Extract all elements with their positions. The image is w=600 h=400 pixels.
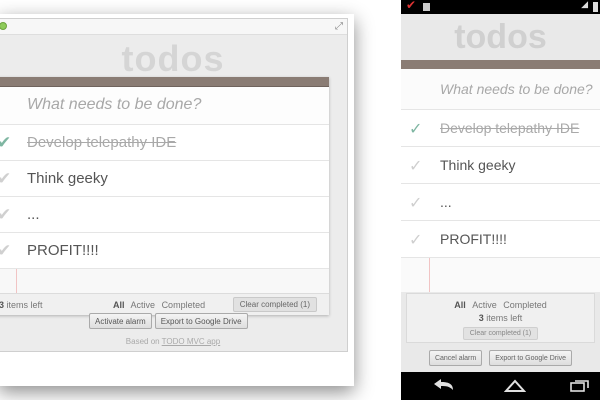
items-left: 3 items left	[0, 300, 43, 310]
items-left-label: items left	[486, 313, 523, 323]
todo-item[interactable]: ✓ PROFIT!!!!	[401, 221, 600, 258]
items-left-count: 3	[0, 300, 4, 310]
checkmark-icon[interactable]: ✓	[409, 119, 422, 138]
filter-all[interactable]: All	[113, 300, 125, 310]
export-drive-button[interactable]: Export to Google Drive	[489, 350, 573, 366]
filter-completed[interactable]: Completed	[162, 300, 206, 310]
todo-item[interactable]: ✓ ...	[401, 184, 600, 221]
android-nav-bar	[401, 372, 600, 400]
filter-active[interactable]: Active	[131, 300, 156, 310]
filters: All Active Completed	[113, 300, 209, 310]
phone-screen: ✔ ◢ todos ✓ Develop telepathy IDE ✓ Thin…	[401, 0, 600, 400]
todo-panel: ✓ Develop telepathy IDE ✓ Think geeky ✓ …	[401, 60, 600, 292]
clear-completed-button[interactable]: Clear completed (1)	[232, 297, 317, 312]
checkmark-icon[interactable]: ✔	[0, 241, 11, 261]
window-actions: Activate alarm Export to Google Drive	[89, 313, 248, 329]
new-todo-row	[401, 69, 600, 110]
filter-all[interactable]: All	[454, 300, 466, 310]
todo-item[interactable]: ✔ Develop telepathy IDE	[0, 125, 329, 161]
signal-icon: ◢	[581, 0, 588, 10]
panel-header-strip	[0, 77, 329, 87]
based-on-prefix: Based on	[125, 337, 160, 346]
recents-icon[interactable]	[569, 379, 591, 393]
todo-panel: ✔ Develop telepathy IDE ✔ Think geeky ✔ …	[0, 77, 329, 315]
based-on-note: Based on TODO MVC app	[0, 337, 347, 346]
back-icon[interactable]	[433, 379, 455, 393]
todo-item[interactable]: ✔ Think geeky	[0, 161, 329, 197]
checkmark-icon[interactable]: ✓	[409, 156, 422, 175]
notification-icon	[423, 3, 430, 11]
todo-text: ...	[440, 194, 452, 210]
checkmark-icon[interactable]: ✔	[0, 169, 11, 189]
todo-text: Think geeky	[440, 157, 516, 173]
desktop-window: ⤢ todos ✔ Develop telepathy IDE ✔ Think …	[0, 18, 348, 352]
todomvc-link[interactable]: TODO MVC app	[162, 337, 221, 346]
new-todo-row	[0, 87, 329, 125]
items-left-count: 3	[478, 313, 484, 323]
clear-completed-button[interactable]: Clear completed (1)	[462, 327, 539, 340]
todo-text: Develop telepathy IDE	[27, 134, 177, 151]
todo-item[interactable]: ✓ Think geeky	[401, 147, 600, 184]
checkmark-icon[interactable]: ✓	[409, 230, 422, 249]
todo-item[interactable]: ✔ ...	[0, 197, 329, 233]
todo-text: Think geeky	[27, 170, 108, 187]
screenshot-stage: ⤢ todos ✔ Develop telepathy IDE ✔ Think …	[0, 0, 600, 400]
app-title: todos	[121, 38, 225, 79]
checkmark-icon[interactable]: ✔	[0, 205, 11, 225]
filters: All Active Completed	[407, 300, 594, 310]
checkmark-icon[interactable]: ✔	[0, 133, 11, 153]
todo-item[interactable]: ✓ Develop telepathy IDE	[401, 110, 600, 147]
todo-text: Develop telepathy IDE	[440, 120, 580, 136]
phone-actions: Cancel alarm Export to Google Drive	[401, 350, 600, 366]
filter-completed[interactable]: Completed	[503, 300, 547, 310]
cancel-alarm-button[interactable]: Cancel alarm	[428, 350, 483, 366]
red-check-icon: ✔	[406, 0, 417, 12]
maximize-icon[interactable]: ⤢	[335, 21, 343, 32]
panel-header-strip	[401, 60, 600, 69]
export-drive-button[interactable]: Export to Google Drive	[154, 313, 248, 329]
items-left: 3 items left	[407, 313, 594, 323]
home-icon[interactable]	[504, 379, 526, 393]
todo-text: ...	[27, 206, 40, 223]
status-bar: ✔ ◢	[401, 0, 600, 14]
todo-footer: All Active Completed 3 items left Clear …	[406, 293, 595, 343]
activate-alarm-button[interactable]: Activate alarm	[89, 313, 152, 329]
todo-text: PROFIT!!!!	[440, 231, 507, 247]
filter-active[interactable]: Active	[472, 300, 497, 310]
todo-item[interactable]: ✔ PROFIT!!!!	[0, 233, 329, 269]
items-left-label: items left	[6, 300, 43, 310]
todo-text: PROFIT!!!!	[27, 242, 99, 259]
window-control-icon[interactable]	[0, 22, 7, 30]
app-title: todos	[454, 18, 547, 56]
window-titlebar[interactable]: ⤢	[0, 19, 347, 35]
battery-icon	[593, 2, 598, 12]
new-todo-input[interactable]	[440, 81, 596, 97]
checkmark-icon[interactable]: ✓	[409, 193, 422, 212]
new-todo-input[interactable]	[27, 96, 317, 114]
todo-footer: 3 items left All Active Completed Clear …	[0, 293, 329, 315]
